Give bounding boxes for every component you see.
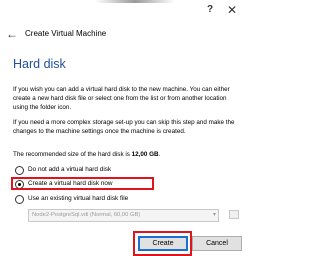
cancel-button[interactable]: Cancel [192,236,242,251]
title-bar: ? ✕ [0,0,249,22]
existing-disk-value: Node2-PostgreSql.vdi (Normal, 60,00 GB) [32,212,141,218]
folder-icon[interactable] [229,210,239,219]
recommended-size-paragraph: The recommended size of the hard disk is… [13,150,241,159]
recommended-size-suffix: . [158,151,161,158]
existing-disk-select[interactable]: Node2-PostgreSql.vdi (Normal, 60,00 GB) … [28,209,219,222]
storage-setup-paragraph: If you need a more complex storage set-u… [13,119,235,135]
radio-label: Do not add a virtual hard disk [28,166,112,173]
back-arrow-icon[interactable]: ← [6,24,18,44]
create-button[interactable]: Create [138,236,188,251]
radio-button-unchecked[interactable] [15,195,24,204]
radio-no-hard-disk[interactable]: Do not add a virtual hard disk [13,164,213,176]
help-icon[interactable]: ? [203,3,217,17]
title-bar-fade [95,0,175,3]
annotation-highlight-option [11,177,154,190]
dialog-title: Create Virtual Machine [25,29,107,38]
close-icon[interactable]: ✕ [225,3,239,17]
recommended-size-prefix: The recommended size of the hard disk is [13,151,132,158]
page-title: Hard disk [13,57,66,71]
intro-paragraph: If you wish you can add a virtual hard d… [13,86,230,111]
radio-label: Use an existing virtual hard disk file [28,195,129,202]
chevron-down-icon: ▾ [212,212,216,218]
radio-button-unchecked[interactable] [15,166,24,175]
create-vm-dialog: ? ✕ ← Create Virtual Machine Hard disk I… [0,0,249,256]
dialog-header: ← Create Virtual Machine [0,24,249,44]
radio-existing-hard-disk[interactable]: Use an existing virtual hard disk file [13,193,213,205]
recommended-size-value: 12,00 GB [131,151,159,158]
